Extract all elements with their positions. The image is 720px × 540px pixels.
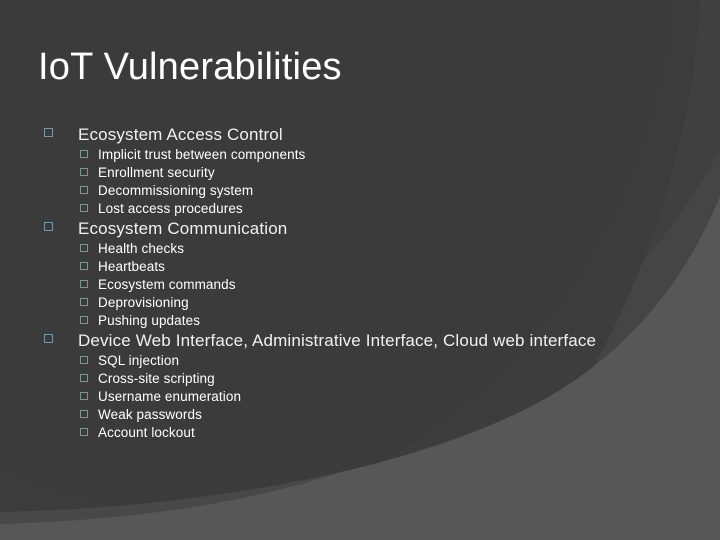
outline-level2-label: SQL injection <box>98 353 180 368</box>
outline-level2-item: Account lockout <box>0 424 720 442</box>
outline-level2-item: SQL injection <box>0 352 720 370</box>
square-bullet-icon <box>80 298 88 306</box>
outline-level2-item: Deprovisioning <box>0 294 720 312</box>
outline-level2-label: Weak passwords <box>98 407 202 422</box>
outline-level2-item: Health checks <box>0 240 720 258</box>
outline-level2-label: Implicit trust between components <box>98 147 306 162</box>
outline-group: Ecosystem Communication Health checks He… <box>0 218 720 330</box>
outline-level1-item: Ecosystem Access Control <box>0 124 720 146</box>
outline-group: Ecosystem Access Control Implicit trust … <box>0 124 720 218</box>
square-bullet-icon <box>44 334 53 343</box>
outline-level2-label: Enrollment security <box>98 165 215 180</box>
outline-level2-item: Username enumeration <box>0 388 720 406</box>
outline-level2-label: Account lockout <box>98 425 195 440</box>
square-bullet-icon <box>80 204 88 212</box>
square-bullet-icon <box>80 392 88 400</box>
square-bullet-icon <box>80 186 88 194</box>
outline-level1-label: Ecosystem Access Control <box>78 125 283 144</box>
square-bullet-icon <box>80 410 88 418</box>
square-bullet-icon <box>44 128 53 137</box>
outline-level2-label: Pushing updates <box>98 313 201 328</box>
square-bullet-icon <box>80 356 88 364</box>
outline-level2-item: Lost access procedures <box>0 200 720 218</box>
slide-title: IoT Vulnerabilities <box>38 46 342 88</box>
outline-level2-item: Ecosystem commands <box>0 276 720 294</box>
outline-group: Device Web Interface, Administrative Int… <box>0 330 720 442</box>
outline-level2-label: Cross-site scripting <box>98 371 215 386</box>
outline-level2-label: Deprovisioning <box>98 295 189 310</box>
outline-level2-label: Ecosystem commands <box>98 277 236 292</box>
outline-level1-label: Device Web Interface, Administrative Int… <box>78 331 597 350</box>
slide-body-outline: Ecosystem Access Control Implicit trust … <box>0 124 720 442</box>
outline-level2-item: Weak passwords <box>0 406 720 424</box>
outline-level2-label: Decommissioning system <box>98 183 254 198</box>
square-bullet-icon <box>80 168 88 176</box>
outline-level1-item: Device Web Interface, Administrative Int… <box>0 330 720 352</box>
square-bullet-icon <box>80 244 88 252</box>
outline-level1-label: Ecosystem Communication <box>78 219 288 238</box>
square-bullet-icon <box>80 150 88 158</box>
outline-level2-item: Pushing updates <box>0 312 720 330</box>
square-bullet-icon <box>80 316 88 324</box>
square-bullet-icon <box>80 262 88 270</box>
outline-level1-item: Ecosystem Communication <box>0 218 720 240</box>
outline-level2-label: Username enumeration <box>98 389 242 404</box>
outline-level2-item: Heartbeats <box>0 258 720 276</box>
presentation-slide: IoT Vulnerabilities Ecosystem Access Con… <box>0 0 720 540</box>
square-bullet-icon <box>80 428 88 436</box>
square-bullet-icon <box>44 222 53 231</box>
outline-level2-item: Decommissioning system <box>0 182 720 200</box>
outline-level2-label: Health checks <box>98 241 185 256</box>
outline-level2-item: Cross-site scripting <box>0 370 720 388</box>
square-bullet-icon <box>80 280 88 288</box>
outline-level2-label: Lost access procedures <box>98 201 243 216</box>
outline-level2-item: Enrollment security <box>0 164 720 182</box>
outline-level2-item: Implicit trust between components <box>0 146 720 164</box>
square-bullet-icon <box>80 374 88 382</box>
outline-level2-label: Heartbeats <box>98 259 166 274</box>
